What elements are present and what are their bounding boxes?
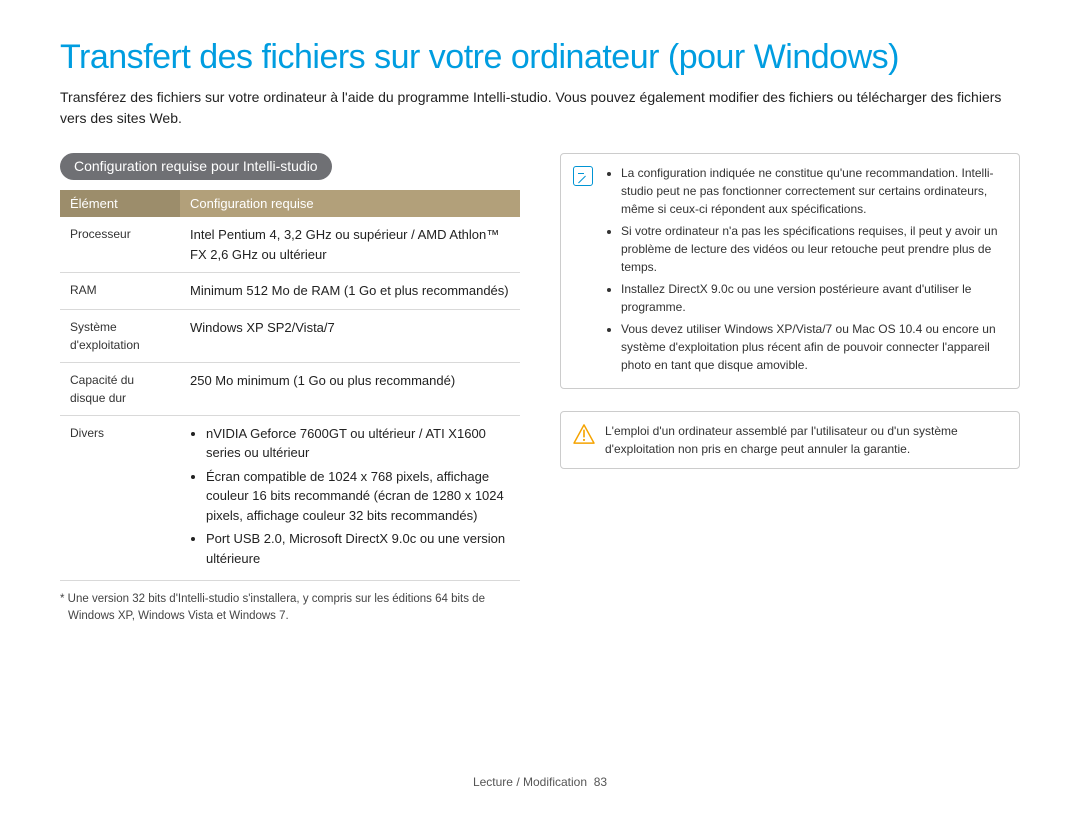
note-item: La configuration indiquée ne constitue q… [621,164,1007,218]
note-icon [573,166,593,186]
list-item: Port USB 2.0, Microsoft DirectX 9.0c ou … [206,529,510,568]
cell-value: 250 Mo minimum (1 Go ou plus recommandé) [180,362,520,415]
warning-text: L'emploi d'un ordinateur assemblé par l'… [605,422,1007,458]
note-item: Vous devez utiliser Windows XP/Vista/7 o… [621,320,1007,374]
list-item: Écran compatible de 1024 x 768 pixels, a… [206,467,510,526]
requirements-table: Élément Configuration requise Processeur… [60,190,520,581]
cell-label: Divers [60,415,180,581]
table-row: Système d'exploitation Windows XP SP2/Vi… [60,309,520,362]
page-title: Transfert des fichiers sur votre ordinat… [60,38,1020,77]
cell-value: Intel Pentium 4, 3,2 GHz ou supérieur / … [180,217,520,273]
table-row: Capacité du disque dur 250 Mo minimum (1… [60,362,520,415]
footer-page-number: 83 [594,775,607,789]
warning-icon [573,422,595,458]
table-header-config: Configuration requise [180,190,520,217]
section-heading: Configuration requise pour Intelli-studi… [60,153,332,180]
warning-box: L'emploi d'un ordinateur assemblé par l'… [560,411,1020,469]
note-item: Si votre ordinateur n'a pas les spécific… [621,222,1007,276]
note-item: Installez DirectX 9.0c ou une version po… [621,280,1007,316]
table-row: RAM Minimum 512 Mo de RAM (1 Go et plus … [60,273,520,310]
cell-label: RAM [60,273,180,310]
cell-label: Capacité du disque dur [60,362,180,415]
cell-value: Minimum 512 Mo de RAM (1 Go et plus reco… [180,273,520,310]
intro-text: Transférez des fichiers sur votre ordina… [60,87,1020,129]
footnote: * Une version 32 bits d'Intelli-studio s… [60,591,520,624]
table-header-element: Élément [60,190,180,217]
table-row: Divers nVIDIA Geforce 7600GT ou ultérieu… [60,415,520,581]
list-item: nVIDIA Geforce 7600GT ou ultérieur / ATI… [206,424,510,463]
page-footer: Lecture / Modification 83 [0,775,1080,789]
cell-value: Windows XP SP2/Vista/7 [180,309,520,362]
cell-value: nVIDIA Geforce 7600GT ou ultérieur / ATI… [180,415,520,581]
table-row: Processeur Intel Pentium 4, 3,2 GHz ou s… [60,217,520,273]
note-box: La configuration indiquée ne constitue q… [560,153,1020,389]
cell-label: Système d'exploitation [60,309,180,362]
cell-label: Processeur [60,217,180,273]
footer-section: Lecture / Modification [473,775,587,789]
